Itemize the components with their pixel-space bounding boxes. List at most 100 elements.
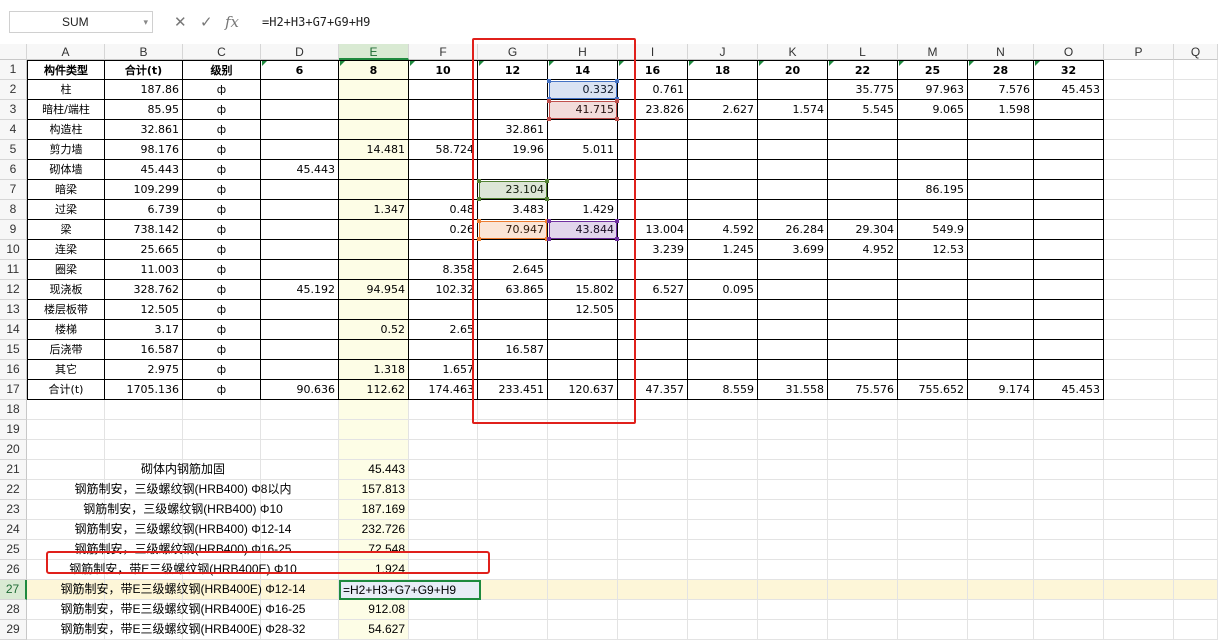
table-cell[interactable]: 8.358 <box>409 260 478 280</box>
table-cell[interactable] <box>339 220 409 240</box>
summary-value[interactable]: 912.08 <box>339 600 409 620</box>
table-cell[interactable] <box>1034 200 1104 220</box>
grid-cell[interactable] <box>105 420 183 440</box>
grid-cell[interactable] <box>688 440 758 460</box>
table-cell[interactable]: 5.545 <box>828 100 898 120</box>
grid-cell[interactable] <box>1104 240 1174 260</box>
grid-cell[interactable] <box>758 420 828 440</box>
row-header-1[interactable]: 1 <box>0 60 27 80</box>
grid-cell[interactable] <box>1174 580 1218 600</box>
grid-cell[interactable] <box>1174 380 1218 400</box>
grid-cell[interactable] <box>1174 180 1218 200</box>
grid-cell[interactable] <box>548 620 618 640</box>
grid-cell[interactable] <box>1174 540 1218 560</box>
grid-cell[interactable] <box>968 460 1034 480</box>
grid-cell[interactable] <box>828 580 898 600</box>
table-cell[interactable]: 6.739 <box>105 200 183 220</box>
table-cell[interactable]: ф <box>183 300 261 320</box>
table-header-cell[interactable]: 10 <box>409 60 478 80</box>
grid-cell[interactable] <box>968 440 1034 460</box>
table-header-cell[interactable]: 20 <box>758 60 828 80</box>
grid-cell[interactable] <box>1104 220 1174 240</box>
grid-cell[interactable] <box>1034 420 1104 440</box>
table-cell[interactable] <box>688 320 758 340</box>
grid-cell[interactable] <box>1174 80 1218 100</box>
row-header-28[interactable]: 28 <box>0 600 27 620</box>
table-cell[interactable]: 0.095 <box>688 280 758 300</box>
grid-cell[interactable] <box>478 460 548 480</box>
grid-cell[interactable] <box>618 520 688 540</box>
grid-cell[interactable] <box>1174 520 1218 540</box>
summary-label[interactable]: 钢筋制安，三级螺纹钢(HRB400) Φ10 <box>27 500 339 520</box>
table-cell[interactable]: 0.26 <box>409 220 478 240</box>
grid-cell[interactable] <box>548 540 618 560</box>
grid-cell[interactable] <box>183 400 261 420</box>
grid-cell[interactable] <box>478 520 548 540</box>
table-header-cell[interactable]: 22 <box>828 60 898 80</box>
column-header-c[interactable]: C <box>183 44 261 60</box>
table-cell[interactable]: 1705.136 <box>105 380 183 400</box>
column-header-q[interactable]: Q <box>1174 44 1218 60</box>
table-cell[interactable] <box>758 280 828 300</box>
grid-cell[interactable] <box>478 480 548 500</box>
grid-cell[interactable] <box>688 500 758 520</box>
table-header-cell[interactable]: 28 <box>968 60 1034 80</box>
table-cell[interactable] <box>968 340 1034 360</box>
table-cell[interactable] <box>758 80 828 100</box>
table-cell[interactable]: ф <box>183 260 261 280</box>
table-cell[interactable]: 0.48 <box>409 200 478 220</box>
grid-cell[interactable] <box>1104 120 1174 140</box>
grid-cell[interactable] <box>1104 100 1174 120</box>
table-cell[interactable]: 暗柱/端柱 <box>27 100 105 120</box>
table-cell[interactable]: 构造柱 <box>27 120 105 140</box>
table-cell[interactable]: 1.598 <box>968 100 1034 120</box>
grid-cell[interactable] <box>618 580 688 600</box>
summary-value[interactable]: 232.726 <box>339 520 409 540</box>
grid-cell[interactable] <box>618 540 688 560</box>
table-cell[interactable] <box>409 80 478 100</box>
grid-cell[interactable] <box>968 540 1034 560</box>
row-header-27[interactable]: 27 <box>0 580 27 600</box>
grid-cell[interactable] <box>1174 200 1218 220</box>
summary-label[interactable]: 钢筋制安，带E三级螺纹钢(HRB400E) Φ12-14 <box>27 580 339 600</box>
column-header-m[interactable]: M <box>898 44 968 60</box>
table-cell[interactable]: ф <box>183 380 261 400</box>
row-header-26[interactable]: 26 <box>0 560 27 580</box>
grid-cell[interactable] <box>618 560 688 580</box>
grid-cell[interactable] <box>261 420 339 440</box>
table-cell[interactable] <box>1034 120 1104 140</box>
grid-cell[interactable] <box>1174 280 1218 300</box>
table-cell[interactable] <box>261 300 339 320</box>
grid-cell[interactable] <box>828 400 898 420</box>
row-header-21[interactable]: 21 <box>0 460 27 480</box>
table-cell[interactable] <box>409 160 478 180</box>
table-cell[interactable] <box>758 320 828 340</box>
grid-cell[interactable] <box>548 560 618 580</box>
grid-cell[interactable] <box>409 500 478 520</box>
table-cell[interactable] <box>758 200 828 220</box>
grid-cell[interactable] <box>1174 240 1218 260</box>
table-cell[interactable] <box>688 260 758 280</box>
grid-cell[interactable] <box>1104 540 1174 560</box>
table-cell[interactable] <box>898 200 968 220</box>
grid-cell[interactable] <box>1104 280 1174 300</box>
grid-cell[interactable] <box>27 400 105 420</box>
row-header-7[interactable]: 7 <box>0 180 27 200</box>
table-cell[interactable]: 暗梁 <box>27 180 105 200</box>
grid-cell[interactable] <box>1034 580 1104 600</box>
table-cell[interactable] <box>339 260 409 280</box>
column-header-a[interactable]: A <box>27 44 105 60</box>
grid-cell[interactable] <box>409 600 478 620</box>
grid-cell[interactable] <box>409 620 478 640</box>
grid-cell[interactable] <box>968 400 1034 420</box>
table-cell[interactable] <box>898 260 968 280</box>
table-cell[interactable]: 29.304 <box>828 220 898 240</box>
table-cell[interactable] <box>339 340 409 360</box>
grid-cell[interactable] <box>1104 400 1174 420</box>
grid-cell[interactable] <box>1034 480 1104 500</box>
table-cell[interactable]: 98.176 <box>105 140 183 160</box>
grid-cell[interactable] <box>1174 360 1218 380</box>
grid-cell[interactable] <box>1034 540 1104 560</box>
grid-cell[interactable] <box>828 500 898 520</box>
grid-cell[interactable] <box>339 440 409 460</box>
